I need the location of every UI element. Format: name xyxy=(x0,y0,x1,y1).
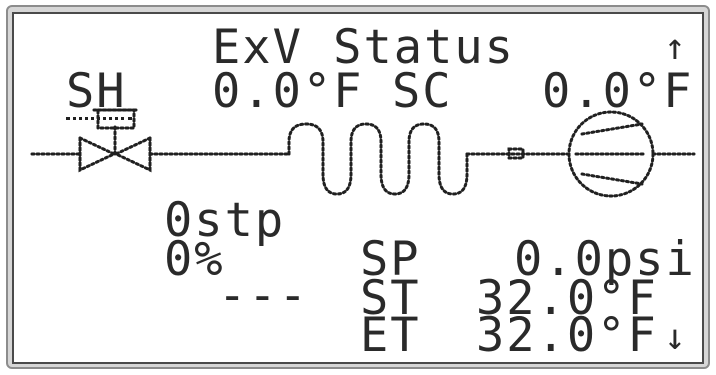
evaporator-coil-icon xyxy=(287,122,469,196)
et-label: ET xyxy=(360,308,421,363)
sc-value: 0.0°F xyxy=(542,64,694,119)
sh-label: SH xyxy=(66,64,127,119)
sh-value: 0.0°F xyxy=(212,64,364,119)
valve-percent: 0% xyxy=(164,232,225,287)
sc-label: SC xyxy=(392,64,453,119)
scroll-up-icon[interactable]: ↑ xyxy=(664,30,688,66)
et-value: 32.0°F xyxy=(476,308,658,363)
valve-status-dash: --- xyxy=(218,268,309,323)
lcd-screen: ExV Status ↑ SH 0.0°F SC 0.0°F 0stp 0% -… xyxy=(12,12,704,364)
sh-label-underline xyxy=(66,117,132,120)
scroll-down-icon[interactable]: ↓ xyxy=(664,320,688,356)
compressor-icon xyxy=(567,110,655,198)
